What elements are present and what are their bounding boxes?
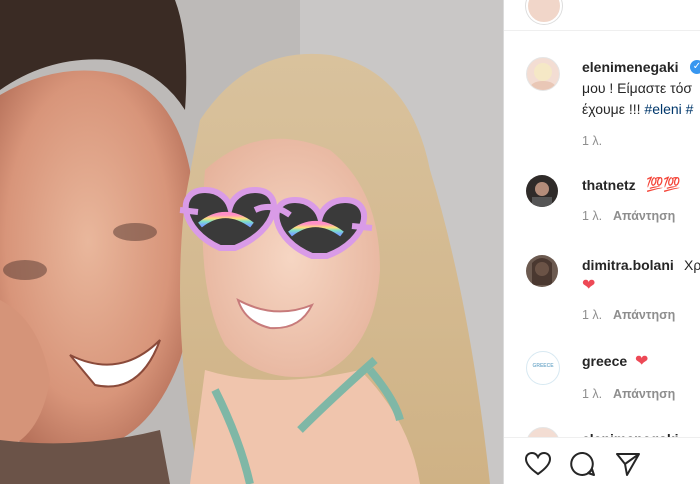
post-caption: elenimenegaki ✓ μου ! Είμαστε τόσ έχουμε… — [504, 55, 700, 155]
reply-button[interactable]: Απάντηση — [613, 209, 675, 223]
comment-username[interactable]: dimitra.bolani — [582, 257, 674, 273]
comment-time[interactable]: 1 λ. — [582, 308, 602, 322]
comment-username[interactable]: thatnetz — [582, 177, 636, 193]
comment-icon[interactable] — [569, 450, 597, 478]
comment-item: thatnetz 💯💯 1 λ. Απάντηση — [504, 173, 700, 233]
comment-item: dimitra.bolani Χρ ❤ 1 λ. Απάντηση — [504, 253, 700, 333]
reply-button[interactable]: Απάντηση — [613, 308, 675, 322]
comment-emoji: 💯💯 — [646, 176, 681, 192]
commenter-avatar-image — [532, 182, 552, 207]
reply-button[interactable]: Απάντηση — [613, 387, 675, 401]
commenter-avatar[interactable] — [526, 255, 558, 287]
author-avatar[interactable] — [526, 57, 560, 91]
author-username[interactable]: elenimenegaki — [582, 59, 679, 75]
comments-panel: elenimenegaki ✓ μου ! Είμαστε τόσ έχουμε… — [503, 0, 700, 484]
commenter-avatar[interactable]: GREECE — [526, 351, 560, 385]
heart-icon[interactable] — [524, 450, 552, 478]
post-image — [0, 0, 503, 484]
comment-time[interactable]: 1 λ. — [582, 209, 602, 223]
comment-time[interactable]: 1 λ. — [582, 387, 602, 401]
share-icon[interactable] — [614, 450, 642, 478]
caption-time[interactable]: 1 λ. — [582, 134, 602, 148]
comment-username[interactable]: greece — [582, 353, 627, 369]
comment-item: GREECE greece ❤ 1 λ. Απάντηση — [504, 349, 700, 409]
commenter-avatar[interactable] — [526, 175, 558, 207]
commenter-avatar-image — [532, 258, 552, 285]
comment-text: Χρ — [684, 257, 700, 273]
verified-icon: ✓ — [690, 60, 700, 74]
comment-emoji: ❤ — [582, 277, 596, 294]
comment-emoji: ❤ — [635, 353, 649, 370]
hashtag-link[interactable]: #eleni — [644, 101, 681, 117]
action-bar — [504, 437, 700, 484]
post-header — [504, 0, 700, 31]
avatar[interactable] — [526, 0, 562, 24]
caption-line-1: μου ! Είμαστε τόσ — [582, 80, 693, 96]
caption-line-2: έχουμε !!! #eleni # — [582, 101, 693, 117]
caption-text: έχουμε !!! — [582, 101, 645, 117]
post-photo — [0, 0, 503, 484]
author-avatar-image — [530, 63, 556, 90]
avatar-logo-text: GREECE — [532, 363, 554, 369]
hashtag-link-2[interactable]: # — [682, 101, 694, 117]
